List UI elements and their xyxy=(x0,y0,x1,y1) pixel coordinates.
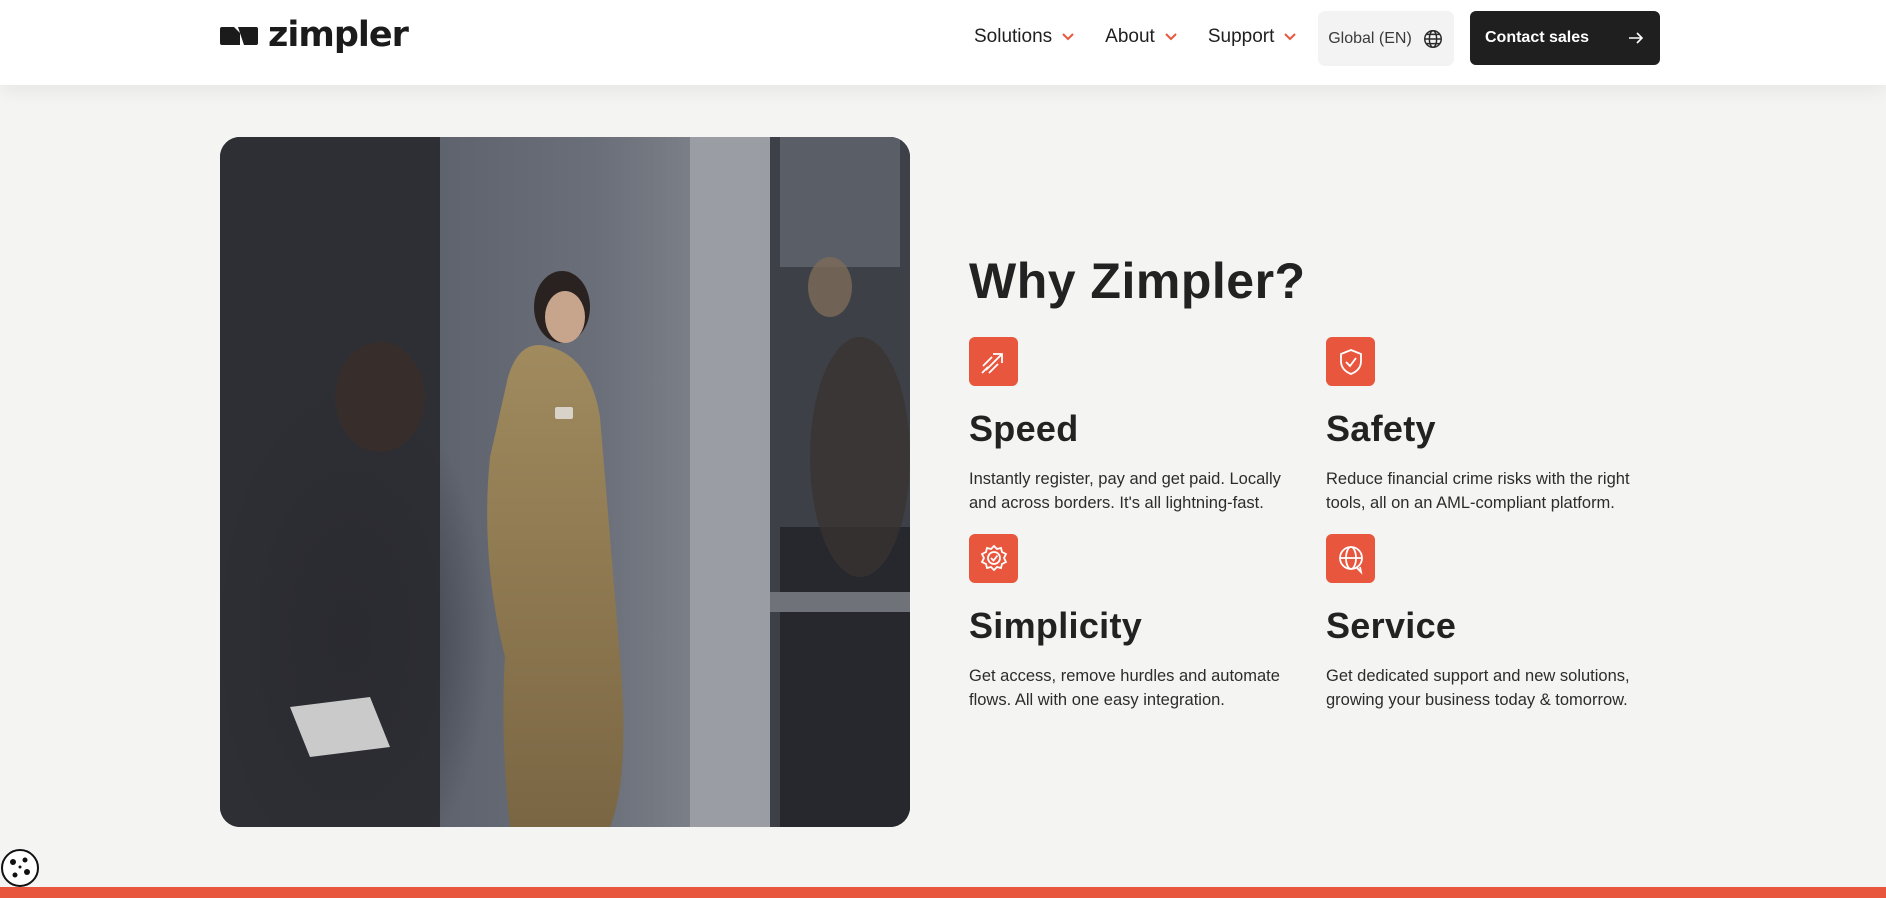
language-selector[interactable]: Global (EN) xyxy=(1318,11,1454,66)
site-header: zimpler Solutions About Support Global (… xyxy=(0,0,1886,85)
photo-woman-in-trench-coat xyxy=(220,137,910,827)
badge-check-icon xyxy=(980,544,1007,571)
logo-mark-icon xyxy=(220,26,258,45)
contact-sales-button[interactable]: Contact sales xyxy=(1470,11,1660,65)
feature-title: Service xyxy=(1326,605,1457,646)
chevron-down-icon xyxy=(1165,33,1177,41)
globe-icon xyxy=(1423,29,1442,48)
nav-solutions[interactable]: Solutions xyxy=(974,26,1075,48)
footer-accent-bar xyxy=(0,887,1886,898)
contact-sales-label: Contact sales xyxy=(1485,29,1590,46)
section-title: Why Zimpler? xyxy=(969,253,1306,309)
feature-description: Get access, remove hurdles and automate … xyxy=(969,667,1280,709)
cookie-settings-icon[interactable] xyxy=(0,848,40,888)
chevron-down-icon xyxy=(1062,33,1074,41)
feature-title: Safety xyxy=(1326,408,1436,449)
service-icon-box xyxy=(1326,534,1375,583)
simplicity-icon-box xyxy=(969,534,1018,583)
chevron-down-icon xyxy=(1284,33,1297,41)
arrow-right-icon xyxy=(1629,32,1644,44)
hero-photo xyxy=(220,137,910,827)
feature-safety: Safety Reduce financial crime risks with… xyxy=(1326,337,1646,515)
logo-text: zimpler xyxy=(268,15,409,55)
language-label: Global (EN) xyxy=(1328,29,1412,47)
nav-about[interactable]: About xyxy=(1105,26,1178,48)
speed-icon-box xyxy=(969,337,1018,386)
nav-solutions-label: Solutions xyxy=(974,26,1053,47)
zimpler-logo[interactable]: zimpler xyxy=(220,15,409,55)
safety-icon-box xyxy=(1326,337,1375,386)
main-nav: Solutions About Support xyxy=(974,26,1297,48)
feature-simplicity: Simplicity Get access, remove hurdles an… xyxy=(969,534,1289,712)
feature-description: Instantly register, pay and get paid. Lo… xyxy=(969,470,1281,512)
feature-description: Get dedicated support and new solutions,… xyxy=(1326,667,1630,709)
feature-title: Simplicity xyxy=(969,605,1143,646)
speed-arrow-icon xyxy=(980,352,1003,374)
shield-check-icon xyxy=(1339,348,1362,375)
feature-speed: Speed Instantly register, pay and get pa… xyxy=(969,337,1289,515)
feature-title: Speed xyxy=(969,408,1079,449)
feature-service: Service Get dedicated support and new so… xyxy=(1326,534,1646,712)
nav-support-label: Support xyxy=(1207,26,1275,47)
nav-support[interactable]: Support xyxy=(1208,26,1298,48)
globe-chat-icon xyxy=(1338,545,1363,575)
nav-about-label: About xyxy=(1105,26,1155,47)
feature-description: Reduce financial crime risks with the ri… xyxy=(1326,470,1630,512)
